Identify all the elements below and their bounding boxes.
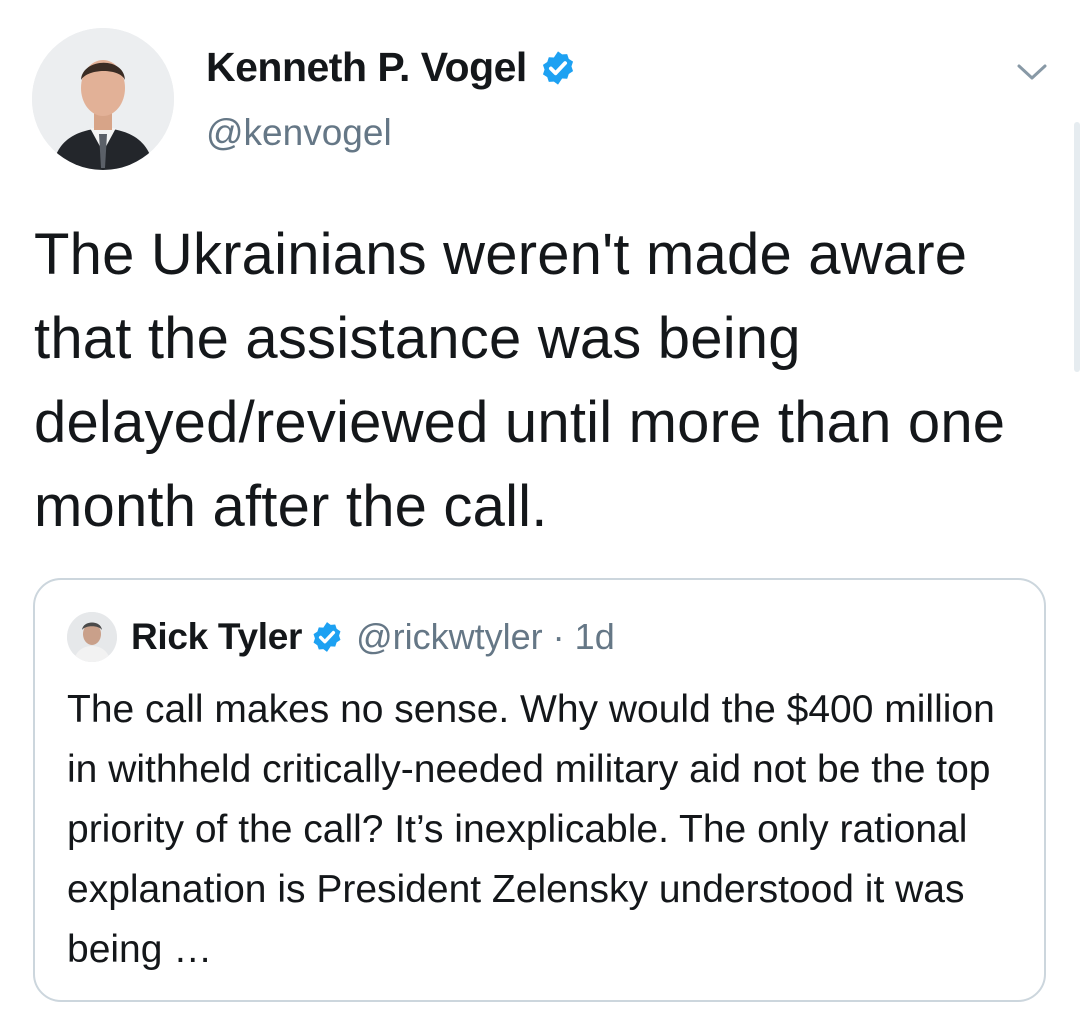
verified-badge-icon: [310, 620, 344, 654]
quoted-author-handle[interactable]: @rickwtyler: [356, 616, 543, 658]
author-avatar[interactable]: [32, 28, 174, 170]
chevron-down-icon[interactable]: [1012, 52, 1052, 92]
author-display-name[interactable]: Kenneth P. Vogel: [206, 44, 527, 91]
quoted-tweet-timestamp[interactable]: 1d: [575, 616, 615, 658]
author-handle[interactable]: @kenvogel: [206, 112, 392, 154]
profile-photo: [67, 612, 117, 662]
dot-separator: ·: [552, 616, 565, 657]
quoted-tweet-text: The call makes no sense. Why would the $…: [67, 688, 995, 971]
quoted-author-avatar[interactable]: [67, 612, 117, 662]
quoted-tweet-header: Rick Tyler @rickwtyler · 1d: [67, 612, 615, 662]
author-name-row: Kenneth P. Vogel: [206, 44, 577, 91]
quoted-author-name[interactable]: Rick Tyler: [131, 616, 302, 658]
verified-badge-icon: [539, 49, 577, 87]
tweet-text: The Ukrainians weren't made aware that t…: [34, 222, 1006, 539]
profile-photo: [32, 28, 174, 170]
scrollbar[interactable]: [1074, 122, 1080, 372]
quoted-tweet-card[interactable]: Rick Tyler @rickwtyler · 1d The call mak…: [33, 578, 1046, 1002]
